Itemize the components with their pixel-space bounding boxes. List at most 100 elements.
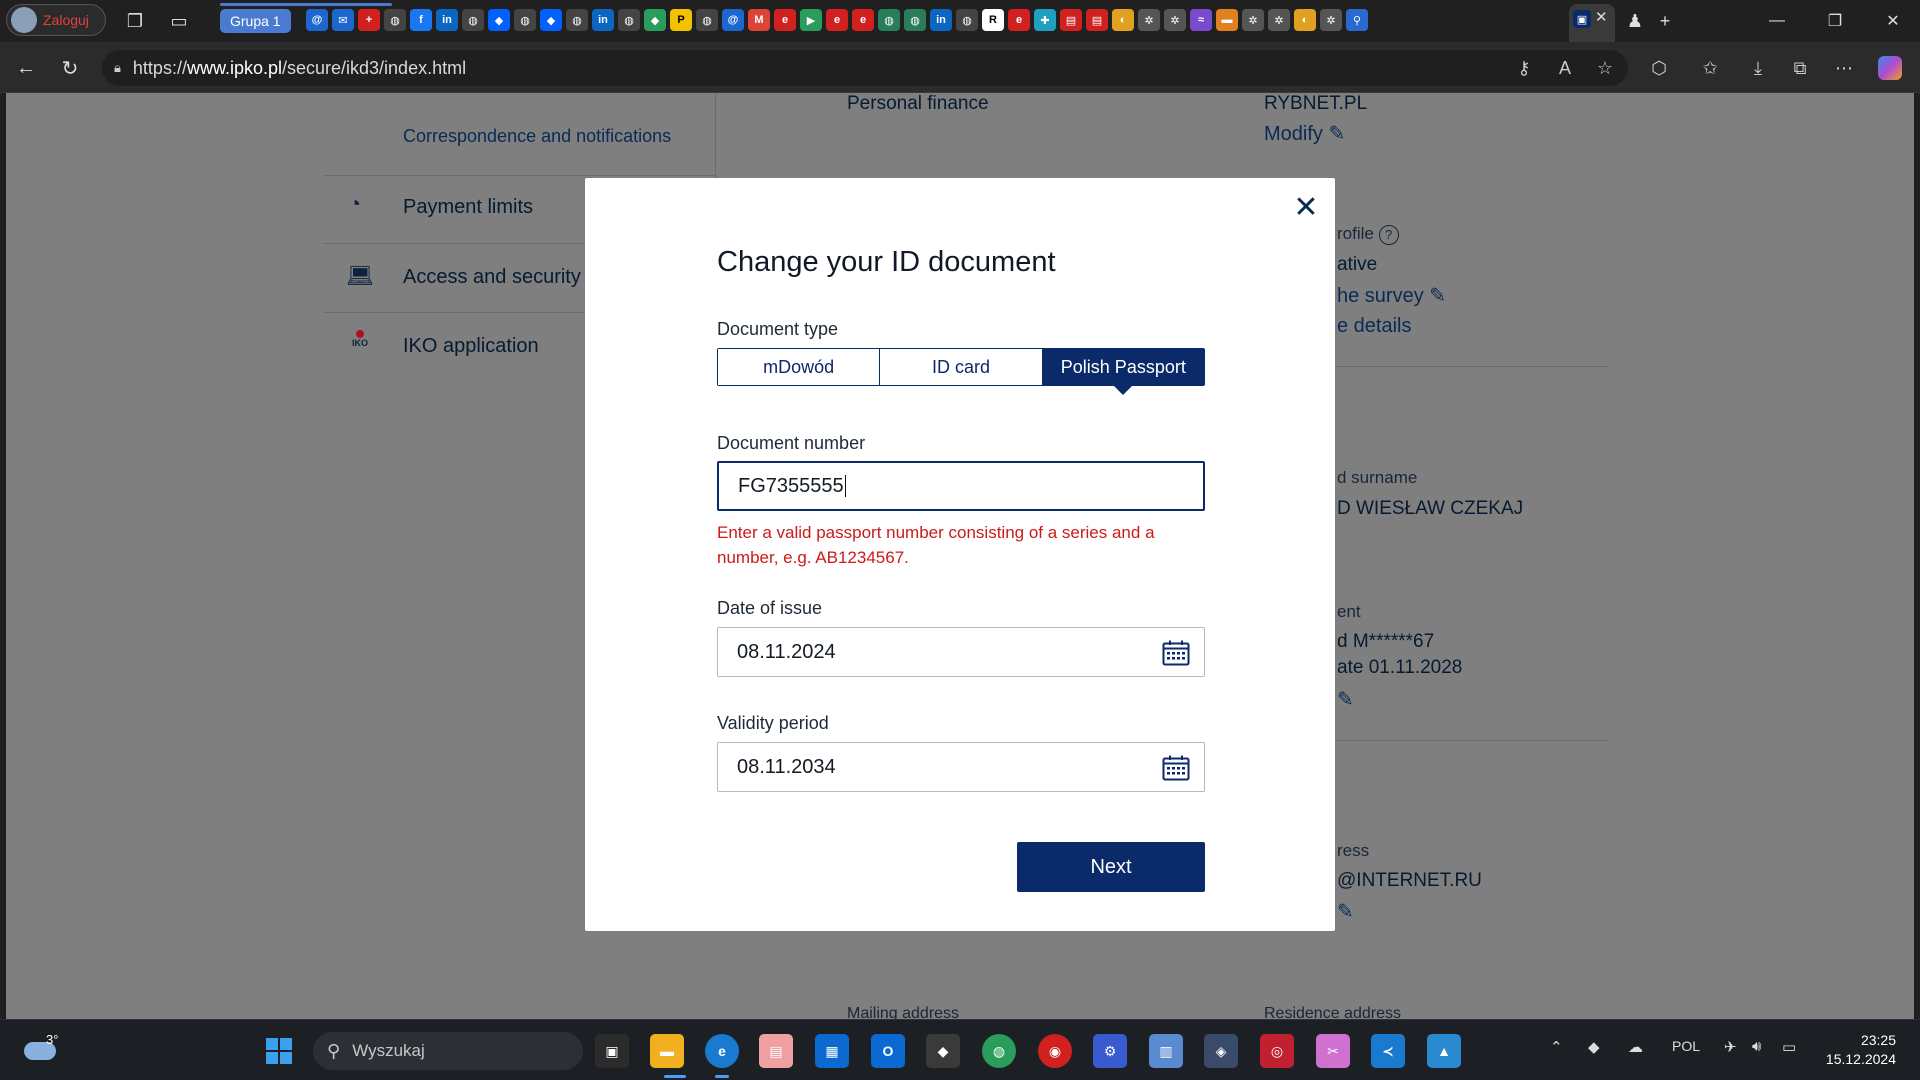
tab-favicon-linkedin-icon[interactable]: in <box>930 9 952 31</box>
sidebar-correspondence-link[interactable]: Correspondence and notifications <box>403 126 671 147</box>
vscode-icon[interactable]: ≺ <box>1371 1034 1405 1068</box>
tab-favicon-mail-icon[interactable]: @ <box>306 9 328 31</box>
active-tab[interactable]: ▣ ✕ <box>1569 4 1615 42</box>
workspaces-icon[interactable]: ❐ <box>122 8 148 34</box>
network-app-icon[interactable]: ⚙ <box>1093 1034 1127 1068</box>
option-polish-passport[interactable]: Polish Passport <box>1042 349 1204 395</box>
collections-icon[interactable]: ⧉ <box>1786 54 1814 82</box>
tab-favicon-pdf-icon[interactable]: ▤ <box>1060 9 1082 31</box>
airplane-icon[interactable]: ✈ <box>1724 1038 1737 1056</box>
restore-icon[interactable]: ❐ <box>1806 0 1864 42</box>
photos-icon[interactable]: ▲ <box>1427 1034 1461 1068</box>
tab-favicon-dropbox-icon[interactable]: ◆ <box>488 9 510 31</box>
downloads-icon[interactable]: ⤓ <box>1744 54 1772 82</box>
tab-favicon-facebook-icon[interactable]: f <box>410 9 432 31</box>
close-window-icon[interactable]: ✕ <box>1864 0 1920 42</box>
taskbar-search[interactable]: ⚲ Wyszukaj <box>313 1032 583 1070</box>
store-icon[interactable]: ▦ <box>815 1034 849 1068</box>
red-app-icon[interactable]: ◉ <box>1038 1034 1072 1068</box>
outlook-icon[interactable]: O <box>871 1034 905 1068</box>
tab-favicon-mail-icon[interactable]: @ <box>722 9 744 31</box>
tab-favicon-globe-icon[interactable]: ◍ <box>956 9 978 31</box>
globe-app-icon[interactable]: ◍ <box>982 1034 1016 1068</box>
sidebar-item-access-security[interactable]: Access and security <box>403 266 581 289</box>
volume-icon[interactable]: 🔊︎ <box>1752 1038 1761 1055</box>
sidebar-item-payment-limits[interactable]: Payment limits <box>403 196 533 219</box>
option-mdowod[interactable]: mDowód <box>718 349 881 385</box>
tab-favicon-globe-icon[interactable]: ◍ <box>618 9 640 31</box>
tab-favicon-envelope-icon[interactable]: ✉ <box>332 9 354 31</box>
colorful-app-icon[interactable]: ◆ <box>926 1034 960 1068</box>
new-tab-icon[interactable]: + <box>1652 8 1678 34</box>
minimize-icon[interactable]: — <box>1748 0 1806 42</box>
tab-favicon-globe-icon[interactable]: ◍ <box>904 9 926 31</box>
favorites-icon[interactable]: ✩ <box>1696 54 1724 82</box>
tab-favicon-chrome-icon[interactable]: ◐ <box>1112 9 1134 31</box>
tab-favicon-gear-icon[interactable]: ✲ <box>1242 9 1264 31</box>
cube-app-icon[interactable]: ◈ <box>1204 1034 1238 1068</box>
tab-favicon-wave-icon[interactable]: ≈ <box>1190 9 1212 31</box>
validity-period-input[interactable]: 08.11.2034 <box>717 742 1205 792</box>
tab-favicon-dropbox-icon[interactable]: ◆ <box>540 9 562 31</box>
edit-icon[interactable]: ✎ <box>1337 899 1354 924</box>
tab-favicon-gmail-icon[interactable]: M <box>748 9 770 31</box>
tab-favicon-globe-icon[interactable]: ◍ <box>878 9 900 31</box>
tab-favicon-gear-icon[interactable]: ✲ <box>1268 9 1290 31</box>
tab-favicon-e-icon[interactable]: e <box>852 9 874 31</box>
tab-favicon-pdf-icon[interactable]: ▤ <box>1086 9 1108 31</box>
tab-favicon-diamond-icon[interactable]: ◆ <box>644 9 666 31</box>
chevron-up-icon[interactable]: ⌃ <box>1550 1038 1563 1056</box>
reload-icon[interactable]: ↻ <box>56 54 84 82</box>
tab-favicon-play-icon[interactable]: ▶ <box>800 9 822 31</box>
save-app-icon[interactable]: ▤ <box>759 1034 793 1068</box>
tab-favicon-gear-icon[interactable]: ✲ <box>1164 9 1186 31</box>
dropbox-tray-icon[interactable]: ◆ <box>1588 1038 1600 1056</box>
tab-favicon-r-icon[interactable]: R <box>982 9 1004 31</box>
survey-link[interactable]: he survey ✎ <box>1337 283 1446 308</box>
tab-favicon-e-icon[interactable]: e <box>774 9 796 31</box>
tab-favicon-gear-icon[interactable]: ✲ <box>1138 9 1160 31</box>
tab-favicon-linkedin-icon[interactable]: in <box>436 9 458 31</box>
battery-icon[interactable]: ▭ <box>1782 1038 1796 1056</box>
tab-favicon-puzzle-icon[interactable]: ✚ <box>1034 9 1056 31</box>
edit-icon[interactable]: ✎ <box>1337 687 1354 712</box>
snip-app-icon[interactable]: ✂ <box>1316 1034 1350 1068</box>
sidebar-item-iko-application[interactable]: IKO application <box>403 335 539 358</box>
tab-favicon-gear-icon[interactable]: ✲ <box>1320 9 1342 31</box>
tab-group-grupa-1[interactable]: Grupa 1 <box>220 9 291 33</box>
tab-close-icon[interactable]: ✕ <box>1595 8 1608 26</box>
details-link[interactable]: e details <box>1337 315 1412 338</box>
tab-favicon-search-icon[interactable]: ⚲ <box>1346 9 1368 31</box>
tab-favicon-chrome-icon[interactable]: ◐ <box>1294 9 1316 31</box>
tab-favicon-globe-icon[interactable]: ◍ <box>514 9 536 31</box>
close-dialog-icon[interactable]: ✕ <box>1290 192 1322 224</box>
task-view-icon[interactable]: ▣ <box>595 1034 629 1068</box>
document-number-input[interactable]: FG7355555 <box>717 461 1205 511</box>
calendar-icon[interactable] <box>1162 640 1190 666</box>
copilot-icon[interactable] <box>1878 56 1902 80</box>
onedrive-tray-icon[interactable]: ☁ <box>1628 1038 1643 1056</box>
date-of-issue-input[interactable]: 08.11.2024 <box>717 627 1205 677</box>
tab-favicon-globe-icon[interactable]: ◍ <box>384 9 406 31</box>
extensions-icon[interactable]: ⬡ <box>1645 54 1673 82</box>
modify-link[interactable]: Modify ✎ <box>1264 121 1345 146</box>
calendar-icon[interactable] <box>1162 755 1190 781</box>
next-button[interactable]: Next <box>1017 842 1205 892</box>
vertical-tabs-icon[interactable]: ▭ <box>166 8 192 34</box>
tab-favicon-e-icon[interactable]: e <box>1008 9 1030 31</box>
tab-favicon-p-icon[interactable]: P <box>670 9 692 31</box>
tab-favicon-person-icon[interactable]: ♟ <box>1622 8 1648 34</box>
back-arrow-icon[interactable]: ← <box>12 54 40 82</box>
tab-favicon-globe-icon[interactable]: ◍ <box>462 9 484 31</box>
option-id-card[interactable]: ID card <box>880 349 1043 385</box>
tab-favicon-globe-icon[interactable]: ◍ <box>566 9 588 31</box>
url-field[interactable]: 🔒︎ https://www.ipko.pl/secure/ikd3/index… <box>102 50 1628 86</box>
favorite-star-icon[interactable]: ☆ <box>1591 54 1619 82</box>
system-clock[interactable]: 23:25 15.12.2024 <box>1822 1031 1896 1069</box>
read-aloud-icon[interactable]: A <box>1551 54 1579 82</box>
weather-widget[interactable]: 3° <box>24 1032 64 1068</box>
media-app-icon[interactable]: ◎ <box>1260 1034 1294 1068</box>
monitor-app-icon[interactable]: ▥ <box>1149 1034 1183 1068</box>
file-explorer-icon[interactable]: ▬ <box>650 1034 684 1068</box>
tab-favicon-e-icon[interactable]: e <box>826 9 848 31</box>
